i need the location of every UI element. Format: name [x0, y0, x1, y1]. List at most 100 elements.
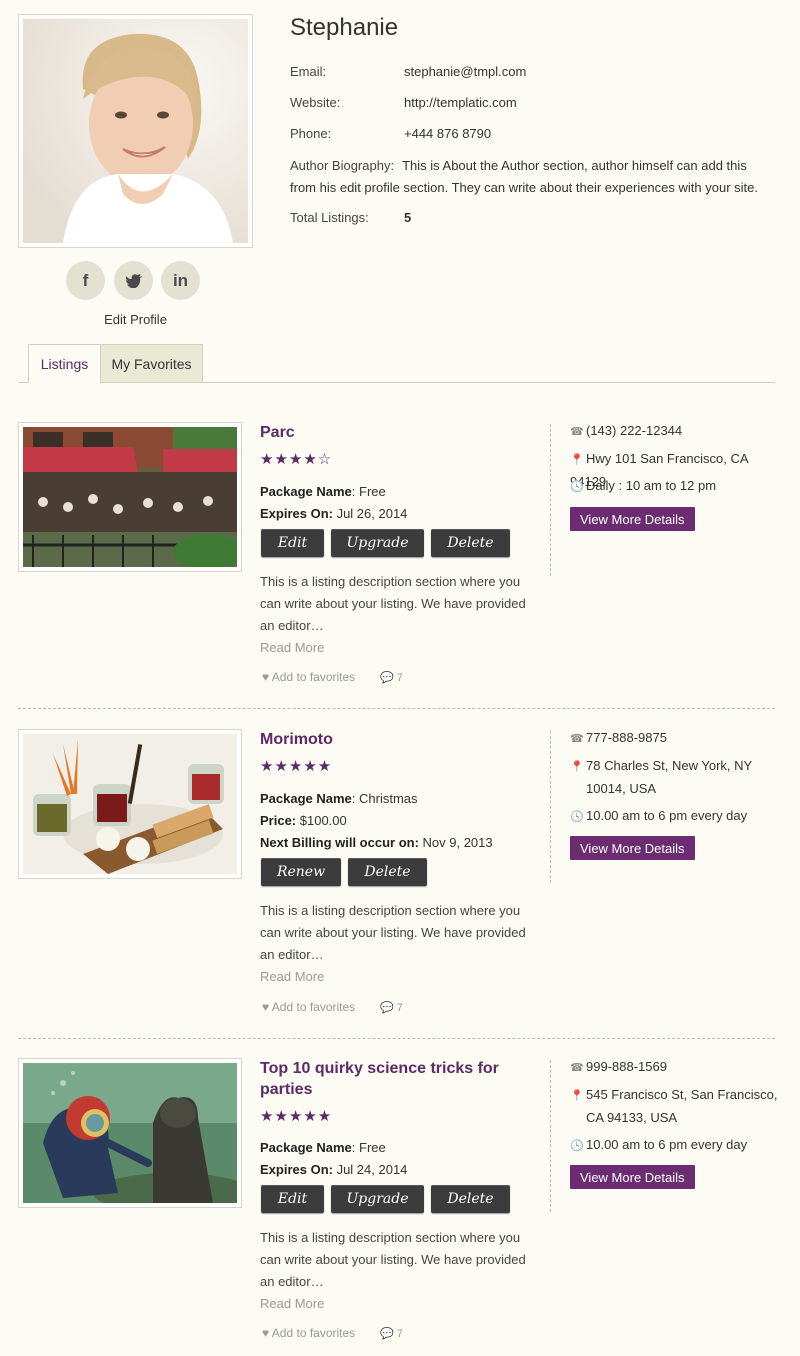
phone-icon: ☎: [570, 426, 584, 438]
renew-button[interactable]: Renew: [261, 858, 341, 886]
listing-address: 📍 78 Charles St, New York, NY 10014, USA: [570, 755, 765, 800]
facebook-glyph: f: [82, 270, 89, 290]
package-value: : Christmas: [351, 791, 418, 806]
favorites-label: Add to favorites: [271, 1326, 356, 1340]
heart-icon: ♥: [262, 1326, 270, 1340]
read-more-link[interactable]: Read More: [260, 1296, 324, 1311]
author-avatar: [18, 14, 253, 248]
price-label: Price:: [260, 813, 297, 828]
price-value: $100.00: [296, 813, 347, 828]
twitter-bird-shape: [125, 273, 142, 288]
tab-listings[interactable]: Listings: [28, 344, 101, 383]
listing-thumbnail[interactable]: [18, 422, 242, 572]
email-label: Email:: [290, 64, 327, 79]
read-more-link[interactable]: Read More: [260, 969, 324, 984]
expires-value: Jul 24, 2014: [332, 1162, 408, 1177]
website-value[interactable]: http://templatic.com: [404, 95, 517, 110]
expires-label: Expires On:: [260, 1162, 333, 1177]
comment-icon: 💬: [380, 1328, 394, 1340]
listing-thumbnail[interactable]: [18, 729, 242, 879]
total-listings-value: 5: [404, 210, 412, 225]
listing-thumbnail[interactable]: [18, 1058, 242, 1208]
address-value: 78 Charles St, New York, NY 10014, USA: [586, 758, 752, 796]
phone-value: (143) 222-12344: [586, 423, 683, 438]
view-more-details-button[interactable]: View More Details: [570, 1165, 695, 1189]
tab-my-favorites[interactable]: My Favorites: [100, 344, 203, 383]
linkedin-icon[interactable]: in: [161, 261, 200, 300]
heart-icon: ♥: [262, 670, 270, 684]
package-label: Package Name: [260, 1140, 352, 1155]
rating-stars: ★★★★★: [260, 1108, 333, 1125]
total-listings-label: Total Listings:: [290, 210, 369, 225]
rating-stars: ★★★★☆: [260, 451, 333, 468]
phone-label: Phone:: [290, 126, 332, 141]
comment-icon: 💬: [380, 1002, 394, 1014]
listing-phone: ☎ 999-888-1569: [570, 1056, 667, 1079]
comments-value: 7: [396, 672, 403, 684]
upgrade-button[interactable]: Upgrade: [331, 529, 424, 557]
listing-description: This is a listing description section wh…: [260, 574, 526, 633]
add-to-favorites-link[interactable]: ♥ Add to favorites: [262, 670, 355, 684]
delete-button[interactable]: Delete: [431, 529, 510, 557]
package-label: Package Name: [260, 484, 352, 499]
listing-title[interactable]: Top 10 quirky science tricks for parties: [260, 1058, 530, 1100]
facebook-icon[interactable]: f: [66, 261, 105, 300]
listing-item: Parc ★★★★☆ Package Name: Free Expires On…: [0, 422, 800, 752]
add-to-favorites-link[interactable]: ♥ Add to favorites: [262, 1000, 355, 1014]
price: Price: $100.00: [260, 813, 347, 828]
expires-label: Expires On:: [260, 506, 333, 521]
edit-profile-link[interactable]: Edit Profile: [18, 312, 253, 327]
favorites-label: Add to favorites: [271, 1000, 356, 1014]
listing-description: This is a listing description section wh…: [260, 903, 526, 962]
upgrade-button[interactable]: Upgrade: [331, 1185, 424, 1213]
listing-title[interactable]: Morimoto: [260, 729, 530, 750]
map-pin-icon: 📍: [570, 454, 584, 466]
website-label: Website:: [290, 95, 341, 110]
comments-count[interactable]: 💬 7: [380, 671, 403, 684]
package-name: Package Name: Free: [260, 484, 386, 499]
comments-count[interactable]: 💬 7: [380, 1001, 403, 1014]
phone-value: 777-888-9875: [586, 730, 667, 745]
vertical-divider: [550, 731, 551, 883]
delete-button[interactable]: Delete: [348, 858, 427, 886]
listing-address: 📍 545 Francisco St, San Francisco, CA 941…: [570, 1084, 780, 1129]
view-more-details-button[interactable]: View More Details: [570, 836, 695, 860]
favorites-label: Add to favorites: [271, 670, 356, 684]
phone-value: +444 876 8790: [404, 126, 492, 141]
vertical-divider: [550, 424, 551, 576]
twitter-icon[interactable]: [114, 261, 153, 300]
hours-value: Daily : 10 am to 12 pm: [586, 478, 717, 493]
bio-label: Author Biography:: [290, 158, 395, 173]
clock-icon: 🕓: [570, 1140, 584, 1152]
phone-icon: ☎: [570, 1062, 584, 1074]
rating-stars: ★★★★★: [260, 758, 333, 775]
add-to-favorites-link[interactable]: ♥ Add to favorites: [262, 1326, 355, 1340]
email-value[interactable]: stephanie@tmpl.com: [404, 64, 526, 79]
listing-hours: 🕓 10.00 am to 6 pm every day: [570, 805, 747, 828]
avatar-image: [23, 19, 248, 243]
edit-button[interactable]: Edit: [261, 1185, 324, 1213]
delete-button[interactable]: Delete: [431, 1185, 510, 1213]
listing-hours: 🕓 Daily : 10 am to 12 pm: [570, 475, 716, 498]
linkedin-glyph: in: [172, 270, 189, 290]
vertical-divider: [550, 1060, 551, 1212]
address-value: 545 Francisco St, San Francisco, CA 9413…: [586, 1087, 778, 1125]
map-pin-icon: 📍: [570, 761, 584, 773]
billing-label: Next Billing will occur on:: [260, 835, 419, 850]
listing-title[interactable]: Parc: [260, 422, 530, 443]
hours-value: 10.00 am to 6 pm every day: [586, 1137, 748, 1152]
listing-hours: 🕓 10.00 am to 6 pm every day: [570, 1134, 747, 1157]
phone-value: 999-888-1569: [586, 1059, 667, 1074]
listing-phone: ☎ 777-888-9875: [570, 727, 667, 750]
expires-on: Expires On: Jul 24, 2014: [260, 1162, 407, 1177]
billing-value: Nov 9, 2013: [418, 835, 493, 850]
listing-description: This is a listing description section wh…: [260, 1230, 526, 1289]
map-pin-icon: 📍: [570, 1090, 584, 1102]
package-value: : Free: [351, 1140, 386, 1155]
comments-count[interactable]: 💬 7: [380, 1327, 403, 1340]
expires-on: Expires On: Jul 26, 2014: [260, 506, 407, 521]
package-value: : Free: [351, 484, 386, 499]
edit-button[interactable]: Edit: [261, 529, 324, 557]
view-more-details-button[interactable]: View More Details: [570, 507, 695, 531]
read-more-link[interactable]: Read More: [260, 640, 324, 655]
